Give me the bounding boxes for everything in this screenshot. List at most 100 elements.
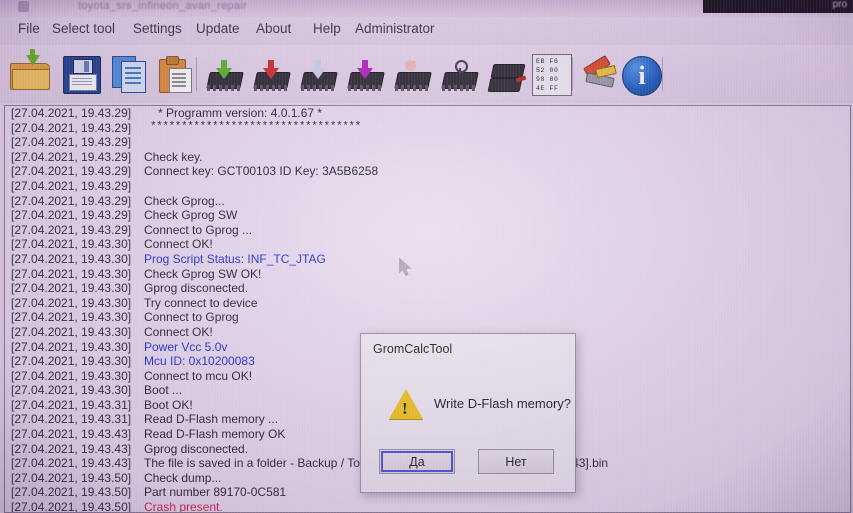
log-timestamp: [27.04.2021, 19.43.30] (11, 368, 132, 383)
toolbar: EB F6 52 00 98 80 4E FF i D-Flash 5.0v (0, 45, 853, 141)
log-timestamp: [27.04.2021, 19.43.31] (11, 397, 132, 412)
log-timestamp: [27.04.2021, 19.43.30] (11, 339, 132, 354)
log-line: [27.04.2021, 19.43.30] Gprog disconected. (5, 281, 850, 296)
log-timestamp: [27.04.2021, 19.43.50] (11, 500, 132, 513)
save-file-button[interactable] (58, 51, 104, 97)
log-message: Boot OK! (144, 397, 193, 412)
log-timestamp: [27.04.2021, 19.43.30] (11, 266, 132, 281)
log-line: [27.04.2021, 19.43.29] Connect to Gprog .… (5, 223, 850, 238)
log-timestamp: [27.04.2021, 19.43.30] (11, 237, 132, 252)
application-window: toyota_srs_infineon_avan_repair pro File… (0, 0, 853, 513)
log-line: [27.04.2021, 19.43.30] Check Gprog SW OK! (5, 267, 850, 282)
log-timestamp: [27.04.2021, 19.43.29] (11, 149, 132, 164)
log-message: Read D-Flash memory ... (144, 412, 279, 427)
hex-line-4: 4E FF (536, 85, 559, 92)
log-message: Check key. (144, 149, 203, 164)
log-timestamp: [27.04.2021, 19.43.30] (11, 383, 132, 398)
clipboard-button[interactable] (152, 51, 198, 97)
log-timestamp: [27.04.2021, 19.43.29] (11, 135, 132, 150)
log-timestamp: [27.04.2021, 19.43.30] (11, 281, 132, 296)
wrench-tools-icon (582, 54, 620, 93)
log-message: Check Gprog SW OK! (144, 266, 262, 281)
log-timestamp: [27.04.2021, 19.43.31] (11, 412, 132, 427)
log-message: Connect OK! (144, 324, 213, 339)
dialog-title: GromCalcTool (373, 342, 453, 356)
open-file-button[interactable] (8, 49, 54, 97)
log-timestamp: [27.04.2021, 19.43.29] (11, 222, 132, 237)
log-line: [27.04.2021, 19.43.29] Connect key: GCT00… (5, 164, 850, 179)
log-timestamp: [27.04.2021, 19.43.29] (11, 106, 132, 120)
read-chip-button[interactable] (202, 51, 248, 97)
document-icon (112, 56, 146, 93)
log-timestamp: [27.04.2021, 19.43.30] (11, 354, 132, 369)
log-line: [27.04.2021, 19.43.30] Try connect to dev… (5, 296, 850, 311)
log-timestamp: [27.04.2021, 19.43.43] (11, 456, 132, 471)
toolbar-separator-1 (196, 57, 197, 91)
log-message: Connect to Gprog ... (144, 222, 253, 237)
info-button[interactable]: i (618, 51, 664, 97)
hex-bytes-icon: EB F6 52 00 98 80 4E FF (532, 54, 572, 96)
log-line: [27.04.2021, 19.43.29] Check key. (5, 150, 850, 165)
log-message: ********************************** (150, 120, 361, 133)
log-line: [27.04.2021, 19.43.50] Crash present. (5, 500, 850, 513)
log-message: Gprog disconected. (144, 441, 249, 456)
log-timestamp: [27.04.2021, 19.43.29] (11, 208, 132, 223)
hex-line-3: 98 80 (536, 76, 559, 83)
chip-magenta-button[interactable] (343, 51, 389, 97)
info-circle-icon: i (622, 56, 662, 96)
menu-item-administrator[interactable]: Administrator (355, 21, 435, 36)
menu-item-update[interactable]: Update (196, 21, 240, 36)
log-line: [27.04.2021, 19.43.30] Connect to Gprog (5, 310, 850, 325)
log-message: Check dump... (144, 470, 222, 485)
dialog-no-button[interactable]: Нет (478, 449, 554, 474)
log-message: Part number 89170-0C581 (144, 485, 287, 500)
dialog-yes-button[interactable]: Да (379, 449, 455, 474)
floppy-save-icon (63, 56, 101, 94)
log-message: Check Gprog SW (144, 208, 238, 223)
log-timestamp: [27.04.2021, 19.43.29] (11, 193, 132, 208)
new-document-button[interactable] (106, 51, 152, 97)
toolbar-separator-2 (572, 57, 573, 91)
log-line: [27.04.2021, 19.43.29] ******************… (5, 121, 850, 136)
log-line: [27.04.2021, 19.43.29] * Programm version… (5, 106, 850, 121)
log-message: Connect key: GCT00103 ID Key: 3A5B6258 (144, 164, 379, 179)
log-timestamp: [27.04.2021, 19.43.30] (11, 324, 132, 339)
menu-item-about[interactable]: About (256, 21, 291, 36)
dialog-message: Write D-Flash memory? (434, 396, 572, 411)
log-message: Connect to Gprog (144, 310, 239, 325)
log-message: Read D-Flash memory OK (144, 427, 286, 442)
menu-item-help[interactable]: Help (313, 21, 341, 36)
chip-blue-arrow-icon (298, 60, 340, 94)
log-timestamp: [27.04.2021, 19.43.43] (11, 427, 132, 442)
log-timestamp: [27.04.2021, 19.43.50] (11, 485, 132, 500)
log-line: [27.04.2021, 19.43.30] Prog Script Status… (5, 252, 850, 267)
log-line: [27.04.2021, 19.43.29] Check Gprog... (5, 194, 850, 209)
log-message: Try connect to device (144, 295, 258, 310)
log-message: Prog Script Status: INF_TC_JTAG (144, 251, 326, 266)
chip-pink-button[interactable] (390, 51, 436, 97)
log-line: [27.04.2021, 19.43.29] (5, 179, 850, 194)
log-message: * Programm version: 4.0.1.67 * (158, 106, 323, 120)
menu-item-file[interactable]: File (18, 21, 40, 36)
log-timestamp: [27.04.2021, 19.43.29] (11, 164, 132, 179)
menu-item-settings[interactable]: Settings (133, 21, 182, 36)
chip-pink-arrow-icon (392, 60, 434, 94)
menu-bar: File Select tool Settings Update About H… (0, 17, 853, 45)
menu-item-select-tool[interactable]: Select tool (52, 21, 115, 36)
log-message: Mcu ID: 0x10200083 (144, 354, 255, 369)
log-message: Connect to mcu OK! (144, 368, 253, 383)
chip-blue-button[interactable] (296, 51, 342, 97)
chip-stack-button[interactable] (484, 51, 530, 97)
log-message: Check Gprog... (144, 193, 225, 208)
taskbar-right-region: pro (703, 0, 853, 13)
app-icon (18, 1, 29, 12)
log-timestamp: [27.04.2021, 19.43.29] (11, 178, 132, 193)
confirm-dialog: GromCalcTool ! Write D-Flash memory? Да … (360, 333, 576, 493)
chip-key-button[interactable] (437, 51, 483, 97)
log-message: Boot ... (144, 383, 183, 398)
write-chip-button[interactable] (249, 51, 295, 97)
hex-editor-button[interactable]: EB F6 52 00 98 80 4E FF (528, 51, 574, 97)
log-timestamp: [27.04.2021, 19.43.50] (11, 470, 132, 485)
log-message: Gprog disconected. (144, 281, 249, 296)
log-line: [27.04.2021, 19.43.29] (5, 135, 850, 150)
